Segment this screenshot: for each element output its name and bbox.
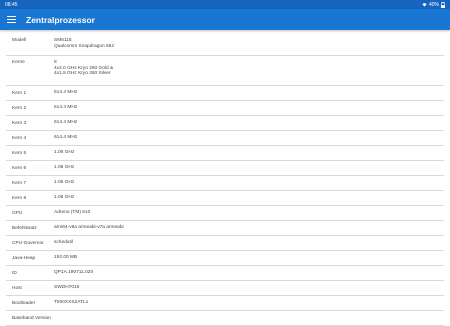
info-row-value: arm64-v8a armeabi-v7a armeabi xyxy=(54,225,444,231)
info-row-label: Befehlssatz xyxy=(12,225,37,231)
info-row: Kern 7 1.06 GHz xyxy=(6,176,444,191)
info-row-value-line: 614.4 MHz xyxy=(54,90,78,96)
info-row-label: Kern 3 xyxy=(12,120,27,126)
info-row-value-line: 614.4 MHz xyxy=(54,105,78,111)
info-row-value-line: 1.06 GHz xyxy=(54,195,75,201)
info-row-label: Modell xyxy=(12,38,27,43)
info-row-label: Java-Heap xyxy=(12,255,36,261)
info-row: Kern 6 1.06 GHz xyxy=(6,161,444,176)
info-row: Java-Heap 192.00 MB xyxy=(6,251,444,266)
menu-icon[interactable] xyxy=(7,16,16,23)
info-row-value: Adreno (TM) 610 xyxy=(54,210,444,216)
info-row: ID QP1A.190711.020 xyxy=(6,266,444,281)
status-right: 40% xyxy=(422,1,445,8)
info-row-value: SWDH7015 xyxy=(54,285,444,291)
info-row-label: Kern 5 xyxy=(12,150,27,156)
wifi-icon xyxy=(422,2,427,7)
info-row: Host SWDH7015 xyxy=(6,281,444,296)
info-row: Kern 3 614.4 MHz xyxy=(6,116,444,131)
info-row-value: schedutil xyxy=(54,240,444,246)
info-row-value-line: 614.4 MHz xyxy=(54,120,78,126)
info-row-value: 614.4 MHz xyxy=(54,120,444,126)
info-row: Modell SM6115 Qualcomm Snapdragon 662 xyxy=(6,34,444,56)
info-row-value-line: 1.06 GHz xyxy=(54,150,75,156)
info-row: Kerne 8 4x2.0 GHz Kryo 260 Gold & 4x1.8 GHz… xyxy=(6,56,444,86)
info-row-value-line: 614.4 MHz xyxy=(54,135,78,141)
info-row: GPU Adreno (TM) 610 xyxy=(6,206,444,221)
info-row-label: Kern 2 xyxy=(12,105,27,111)
info-row-label: Baseband Version xyxy=(12,315,51,321)
info-row-value: 1.06 GHz xyxy=(54,165,444,171)
cpu-info-list: Modell SM6115 Qualcomm Snapdragon 662 Kerne… xyxy=(6,34,444,326)
info-row: Befehlssatz arm64-v8a armeabi-v7a armeabi xyxy=(6,221,444,236)
info-row: Kern 8 1.06 GHz xyxy=(6,191,444,206)
info-row-label: Kern 1 xyxy=(12,90,27,96)
info-row-value-line: 1.06 GHz xyxy=(54,165,75,171)
info-row: Kern 5 1.06 GHz xyxy=(6,146,444,161)
info-row-value-line: Adreno (TM) 610 xyxy=(54,210,91,216)
status-bar: 08:45 40% xyxy=(0,0,450,9)
info-row: Kern 2 614.4 MHz xyxy=(6,101,444,116)
info-row-value-line: 1.06 GHz xyxy=(54,180,75,186)
info-row-value: 1.06 GHz xyxy=(54,150,444,156)
info-row-label: Kern 4 xyxy=(12,135,27,141)
info-row-label: Kerne xyxy=(12,60,25,65)
info-row-value-line: schedutil xyxy=(54,240,73,246)
info-row-value-line: 192.00 MB xyxy=(54,255,78,261)
info-row-label: Kern 6 xyxy=(12,165,27,171)
info-row: Kern 4 614.4 MHz xyxy=(6,131,444,146)
info-row-value-line: Qualcomm Snapdragon 662 xyxy=(54,43,114,49)
info-row-label: Host xyxy=(12,285,22,291)
battery-icon xyxy=(441,1,445,8)
battery-percentage: 40% xyxy=(428,1,439,8)
info-row: Kern 1 614.4 MHz xyxy=(6,86,444,101)
info-row-value: 614.4 MHz xyxy=(54,135,444,141)
info-row-value: 614.4 MHz xyxy=(54,105,444,111)
info-row-value: 1.06 GHz xyxy=(54,195,444,201)
info-row-value: 192.00 MB xyxy=(54,255,444,261)
info-row-value-line: 4x1.8 GHz Kryo 260 Silver xyxy=(54,71,111,77)
info-row-label: Kern 8 xyxy=(12,195,27,201)
info-row: Bootloader T500XXS2ATL1 xyxy=(6,296,444,311)
info-row-value: SM6115 Qualcomm Snapdragon 662 xyxy=(54,34,444,49)
info-row-value: 1.06 GHz xyxy=(54,180,444,186)
info-row: Baseband Version xyxy=(6,311,444,326)
info-row-label: ID xyxy=(12,270,17,276)
info-row-value-line: SWDH7015 xyxy=(54,285,80,291)
info-row-value: QP1A.190711.020 xyxy=(54,270,444,276)
info-row-label: GPU xyxy=(12,210,23,216)
info-row-label: Bootloader xyxy=(12,300,36,306)
info-row-value-line: T500XXS2ATL1 xyxy=(54,300,89,306)
info-row-value: 8 4x2.0 GHz Kryo 260 Gold & 4x1.8 GHz Kryo… xyxy=(54,56,444,77)
info-row-value-line: QP1A.190711.020 xyxy=(54,270,94,276)
info-row-label: CPU-Governor xyxy=(12,240,44,246)
app-toolbar: Zentralprozessor xyxy=(0,9,450,30)
info-row-value: T500XXS2ATL1 xyxy=(54,300,444,306)
info-row-value-line: arm64-v8a armeabi-v7a armeabi xyxy=(54,225,124,231)
info-row-label: Kern 7 xyxy=(12,180,27,186)
page-title: Zentralprozessor xyxy=(26,14,95,25)
status-time: 08:45 xyxy=(5,1,18,8)
info-row: CPU-Governor schedutil xyxy=(6,236,444,251)
info-row-value: 614.4 MHz xyxy=(54,90,444,96)
